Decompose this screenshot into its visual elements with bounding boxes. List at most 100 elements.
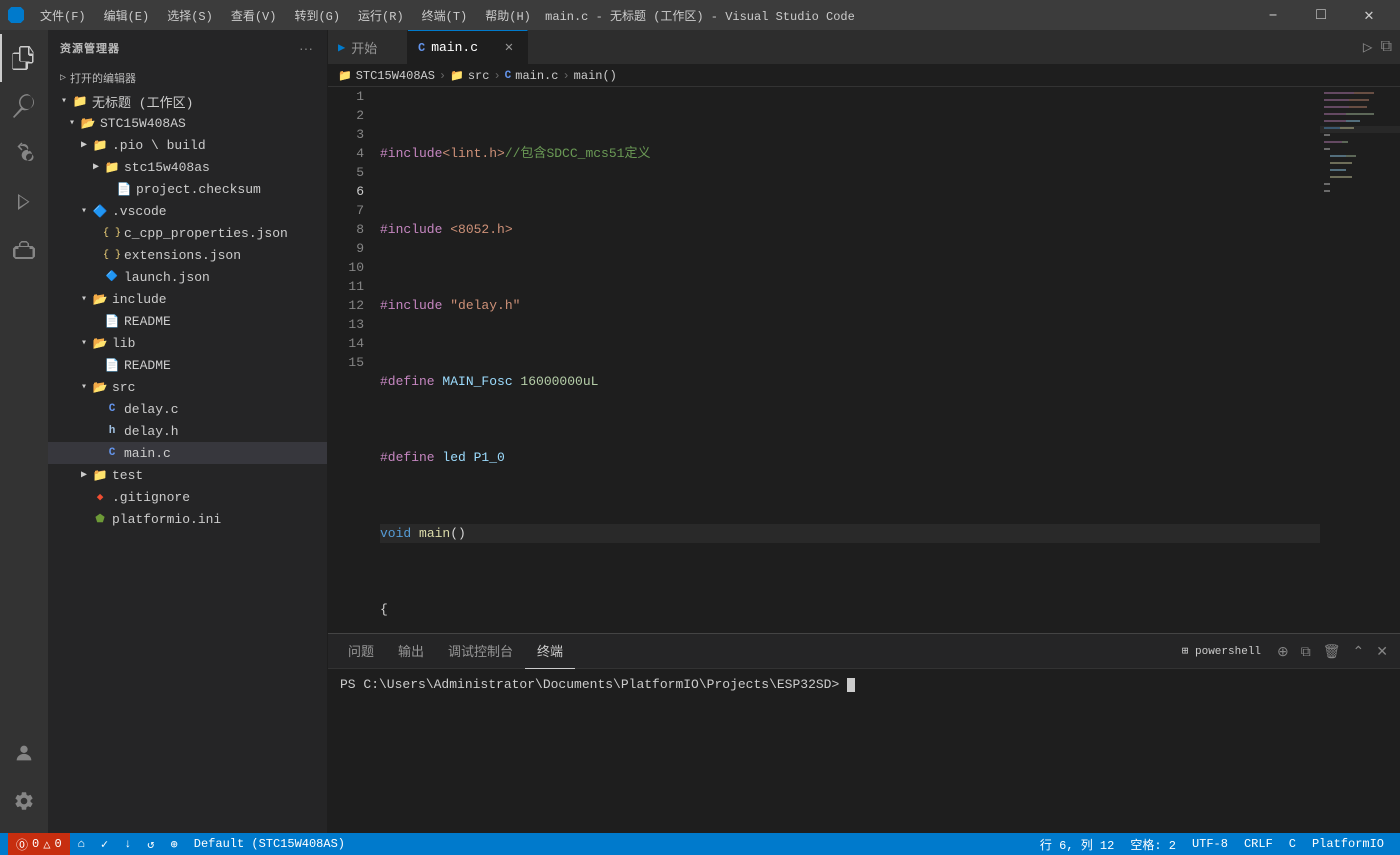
status-spaces[interactable]: 空格: 2 [1122, 833, 1184, 855]
tab-close-button[interactable]: ✕ [501, 40, 517, 56]
bc-mainc-label: main.c [515, 69, 558, 83]
sidebar-item-launch[interactable]: ▶ 🔷 launch.json [48, 266, 327, 288]
sidebar-item-include[interactable]: ▾ 📂 include [48, 288, 327, 310]
activity-explorer[interactable] [0, 34, 48, 82]
menu-run[interactable]: 运行(R) [350, 5, 412, 26]
status-sync[interactable]: ↺ [139, 833, 162, 855]
status-add[interactable]: ⊕ [163, 833, 186, 855]
activity-search[interactable] [0, 82, 48, 130]
activity-source-control[interactable] [0, 130, 48, 178]
status-branch[interactable]: Default (STC15W408AS) [186, 833, 353, 855]
delayc-icon: C [104, 401, 120, 417]
panel-kill-terminal[interactable]: 🗑 [1319, 641, 1345, 662]
panel-tab-problems[interactable]: 问题 [336, 634, 386, 669]
panel-maximize[interactable]: ⌃ [1349, 641, 1369, 662]
menu-edit[interactable]: 编辑(E) [96, 5, 158, 26]
pio-ini-label: platformio.ini [112, 512, 221, 527]
workspace-root[interactable]: ▾ 📁 无标题 (工作区) [48, 90, 327, 112]
breadcrumb-mainc[interactable]: C main.c [505, 69, 559, 83]
status-check[interactable]: ✓ [93, 833, 116, 855]
status-position[interactable]: 行 6, 列 12 [1032, 833, 1122, 855]
editor-actions: ▷ ⧉ [1355, 30, 1400, 64]
sidebar-item-delay-c[interactable]: ▶ C delay.c [48, 398, 327, 420]
eol-label: CRLF [1244, 837, 1273, 851]
minimize-button[interactable]: – [1250, 0, 1296, 30]
tab-main-c[interactable]: C main.c ✕ [408, 30, 528, 64]
run-icon[interactable]: ▷ [1363, 37, 1373, 57]
breadcrumb-src[interactable]: 📁 src [450, 69, 489, 83]
sidebar-item-checksum[interactable]: ▶ 📄 project.checksum [48, 178, 327, 200]
sidebar-item-test[interactable]: ▶ 📁 test [48, 464, 327, 486]
shell-label: ⊞ powershell [1182, 644, 1261, 658]
panel-close[interactable]: ✕ [1372, 641, 1392, 662]
ln-1: 1 [328, 87, 364, 106]
breadcrumb-main-fn[interactable]: main() [574, 69, 617, 83]
kw-define-4: #define [380, 372, 435, 391]
split-editor-icon[interactable]: ⧉ [1381, 38, 1392, 56]
sidebar-header: 资源管理器 ··· [48, 30, 327, 66]
panel-tab-output[interactable]: 输出 [386, 634, 436, 669]
close-button[interactable]: ✕ [1346, 0, 1392, 30]
menu-goto[interactable]: 转到(G) [286, 5, 348, 26]
menu-help[interactable]: 帮助(H) [477, 5, 539, 26]
activity-run[interactable] [0, 178, 48, 226]
status-platformio[interactable]: PlatformIO [1304, 833, 1392, 855]
code-content[interactable]: #include<lint.h>//包含SDCC_mcs51定义 #includ… [376, 87, 1320, 633]
sidebar-item-stc15w408as[interactable]: ▾ 📂 STC15W408AS [48, 112, 327, 134]
sidebar-item-main-c[interactable]: ▶ C main.c [48, 442, 327, 464]
sidebar-item-vscode[interactable]: ▾ 🔷 .vscode [48, 200, 327, 222]
code-line-3: #include "delay.h" [380, 296, 1320, 315]
sidebar-item-delay-h[interactable]: ▶ h delay.h [48, 420, 327, 442]
mainc-icon: C [104, 445, 120, 461]
status-encoding[interactable]: UTF-8 [1184, 833, 1236, 855]
panel-new-terminal[interactable]: ⊕ [1273, 641, 1293, 662]
sidebar-more-actions[interactable]: ··· [297, 38, 315, 58]
status-eol[interactable]: CRLF [1236, 833, 1281, 855]
warning-count: 0 [54, 837, 61, 851]
line-numbers: 1 2 3 4 5 6 7 8 9 10 11 12 13 14 15 [328, 87, 376, 633]
sidebar-item-stc-sub[interactable]: ▶ 📁 stc15w408as [48, 156, 327, 178]
ln-11: 11 [328, 277, 364, 296]
panel-split-terminal[interactable]: ⧉ [1297, 641, 1315, 662]
panel-tab-terminal[interactable]: 终端 [525, 634, 575, 669]
status-download[interactable]: ↓ [116, 833, 139, 855]
panel-tab-debug[interactable]: 调试控制台 [436, 634, 525, 669]
ln-13: 13 [328, 315, 364, 334]
src-folder-icon: 📂 [92, 379, 108, 395]
maximize-button[interactable]: □ [1298, 0, 1344, 30]
sidebar-item-gitignore[interactable]: ▶ ◆ .gitignore [48, 486, 327, 508]
status-language[interactable]: C [1281, 833, 1304, 855]
status-home[interactable]: ⌂ [70, 833, 93, 855]
menu-file[interactable]: 文件(F) [32, 5, 94, 26]
terminal-content[interactable]: PS C:\Users\Administrator\Documents\Plat… [328, 669, 1400, 833]
ln-9: 9 [328, 239, 364, 258]
sidebar-item-platformio[interactable]: ▶ ⬟ platformio.ini [48, 508, 327, 530]
terminal-panel: 问题 输出 调试控制台 终端 ⊞ powershell ⊕ ⧉ 🗑 ⌃ ✕ PS… [328, 633, 1400, 833]
menu-terminal[interactable]: 终端(T) [414, 5, 476, 26]
activity-settings[interactable] [0, 777, 48, 825]
activity-account[interactable] [0, 729, 48, 777]
code-line-6: void main() [380, 524, 1320, 543]
tab-start[interactable]: ▶ 开始 [328, 30, 408, 64]
sidebar-item-pio-build[interactable]: ▶ 📁 .pio \ build [48, 134, 327, 156]
menu-select[interactable]: 选择(S) [159, 5, 221, 26]
sidebar-item-lib[interactable]: ▾ 📂 lib [48, 332, 327, 354]
position-label: 行 6, 列 12 [1040, 836, 1114, 853]
ccpp-icon: { } [104, 225, 120, 241]
sidebar-item-src[interactable]: ▾ 📂 src [48, 376, 327, 398]
app-body: 资源管理器 ··· ▷ 打开的编辑器 ▾ 📁 无标题 (工作区) ▾ 📂 STC… [0, 30, 1400, 833]
sidebar-item-readme-lib[interactable]: ▶ 📄 README [48, 354, 327, 376]
sidebar-item-extensions[interactable]: ▶ { } extensions.json [48, 244, 327, 266]
test-icon: 📁 [92, 467, 108, 483]
open-editors-section[interactable]: ▷ 打开的编辑器 [48, 66, 327, 90]
breadcrumb-stc[interactable]: STC15W408AS [356, 69, 435, 83]
minimap [1320, 87, 1400, 633]
code-editor[interactable]: 1 2 3 4 5 6 7 8 9 10 11 12 13 14 15 #inc… [328, 87, 1400, 633]
terminal-prompt: PS C:\Users\Administrator\Documents\Plat… [340, 677, 847, 692]
status-errors[interactable]: ⓪ 0 △ 0 [8, 833, 70, 855]
sidebar-item-c-cpp[interactable]: ▶ { } c_cpp_properties.json [48, 222, 327, 244]
activity-extensions[interactable] [0, 226, 48, 274]
branch-label: Default (STC15W408AS) [194, 837, 345, 851]
sidebar-item-readme-include[interactable]: ▶ 📄 README [48, 310, 327, 332]
menu-view[interactable]: 查看(V) [223, 5, 285, 26]
